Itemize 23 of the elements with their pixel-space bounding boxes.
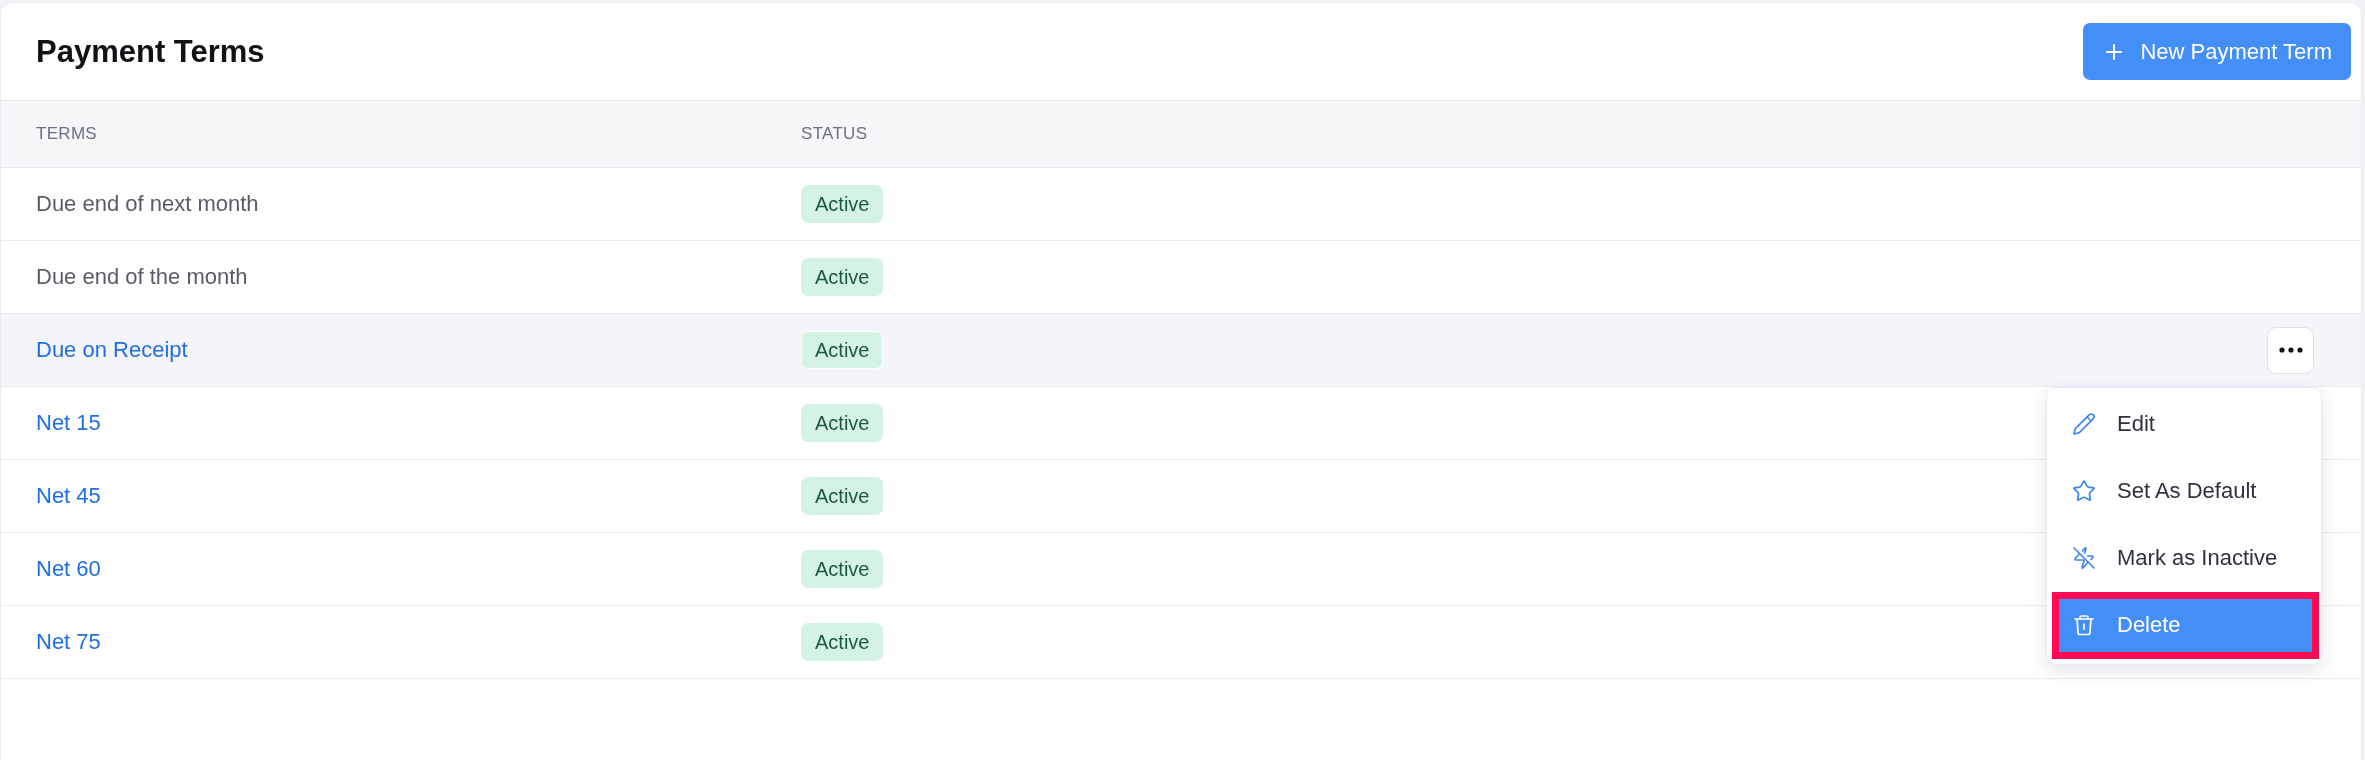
trash-icon — [2072, 613, 2096, 637]
term-link[interactable]: Net 15 — [36, 410, 101, 436]
star-icon — [2072, 479, 2096, 503]
term-text: Due end of next month — [36, 191, 259, 217]
status-badge: Active — [801, 258, 884, 296]
status-badge: Active — [801, 477, 884, 515]
term-link[interactable]: Net 60 — [36, 556, 101, 582]
status-badge: Active — [801, 404, 884, 442]
column-header: STATUS — [801, 124, 868, 144]
bolt-off-icon — [2072, 546, 2096, 570]
term-link[interactable]: Net 45 — [36, 483, 101, 509]
more-button[interactable] — [2267, 326, 2314, 374]
term-text: Due end of the month — [36, 264, 248, 290]
column-header: TERMS — [36, 124, 97, 144]
status-badge: Active — [801, 185, 884, 223]
page-title: Payment Terms — [36, 33, 265, 70]
term-link[interactable]: Due on Receipt — [36, 337, 188, 363]
status-badge: Active — [801, 331, 884, 369]
pencil-icon — [2072, 412, 2096, 436]
status-badge: Active — [801, 550, 884, 588]
term-link[interactable]: Net 75 — [36, 629, 101, 655]
status-badge: Active — [801, 623, 884, 661]
more-icon — [2278, 347, 2303, 353]
